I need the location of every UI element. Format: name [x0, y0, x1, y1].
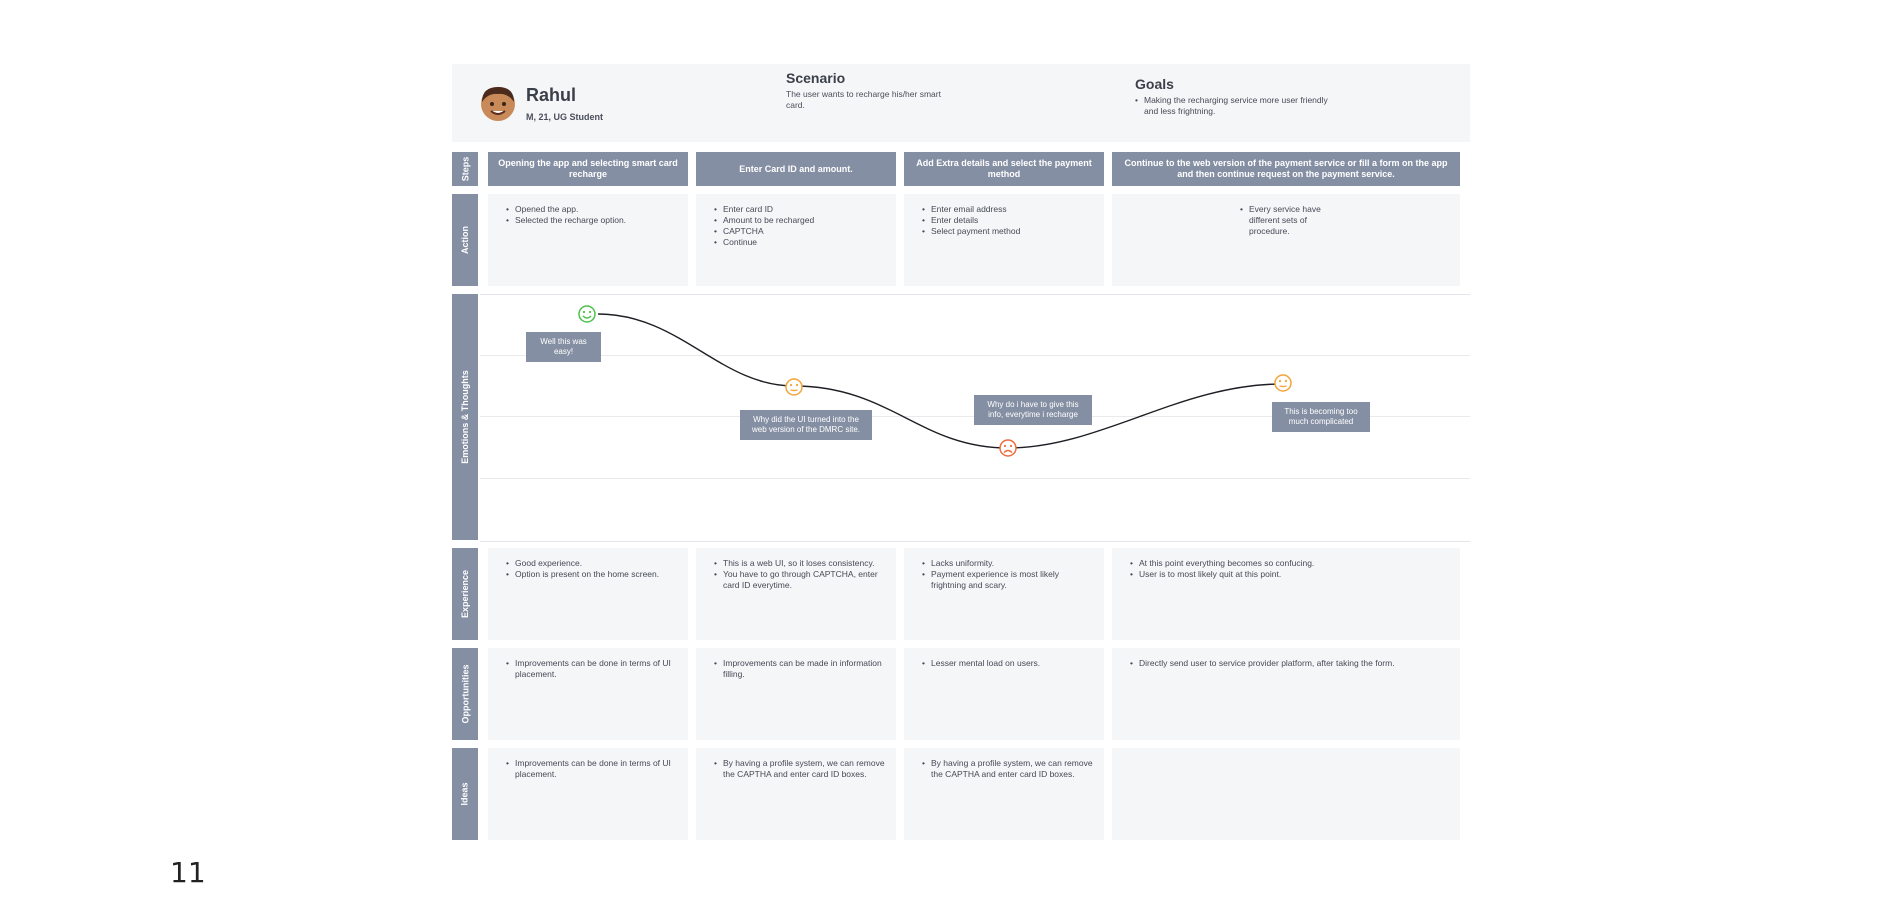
experience-cell: Lacks uniformity. Payment experience is …	[904, 548, 1104, 640]
opportunity-cell: Directly send user to service provider p…	[1112, 648, 1460, 740]
experience-item: At this point everything becomes so conf…	[1130, 558, 1450, 569]
idea-item: By having a profile system, we can remov…	[922, 758, 1094, 780]
experience-item: Good experience.	[506, 558, 678, 569]
opportunity-cell: Lesser mental load on users.	[904, 648, 1104, 740]
idea-item: Improvements can be done in terms of UI …	[506, 758, 678, 780]
opportunity-item: Improvements can be made in information …	[714, 658, 886, 680]
emotion-curve	[597, 313, 1283, 449]
opportunity-cell: Improvements can be done in terms of UI …	[488, 648, 688, 740]
row-label-experience: Experience	[452, 548, 478, 640]
thought-bubble: Well this was easy!	[526, 332, 601, 362]
experience-cell: Good experience. Option is present on th…	[488, 548, 688, 640]
thought-bubble: Why did the UI turned into the web versi…	[740, 410, 872, 440]
opportunity-cell: Improvements can be made in information …	[696, 648, 896, 740]
neutral-face-icon	[1274, 374, 1292, 392]
idea-cell: By having a profile system, we can remov…	[696, 748, 896, 840]
experience-item: Lacks uniformity.	[922, 558, 1094, 569]
thought-bubble: Why do i have to give this info, everyti…	[974, 395, 1092, 425]
experience-cell: At this point everything becomes so conf…	[1112, 548, 1460, 640]
experience-item: This is a web UI, so it loses consistenc…	[714, 558, 886, 569]
experience-item: User is to most likely quit at this poin…	[1130, 569, 1450, 580]
thought-bubble: This is becoming too much complicated	[1272, 402, 1370, 432]
sad-face-icon	[999, 439, 1017, 457]
idea-cell: By having a profile system, we can remov…	[904, 748, 1104, 840]
experience-item: Option is present on the home screen.	[506, 569, 678, 580]
opportunity-item: Directly send user to service provider p…	[1130, 658, 1450, 669]
page-number: 11	[170, 856, 206, 889]
row-label-opportunities: Opportunities	[452, 648, 478, 740]
opportunity-item: Lesser mental load on users.	[922, 658, 1094, 669]
neutral-face-icon	[785, 378, 803, 396]
row-label-ideas: Ideas	[452, 748, 478, 840]
experience-item: You have to go through CAPTCHA, enter ca…	[714, 569, 886, 591]
idea-item: By having a profile system, we can remov…	[714, 758, 886, 780]
experience-cell: This is a web UI, so it loses consistenc…	[696, 548, 896, 640]
opportunity-item: Improvements can be done in terms of UI …	[506, 658, 678, 680]
experience-item: Payment experience is most likely fright…	[922, 569, 1094, 591]
idea-cell: Improvements can be done in terms of UI …	[488, 748, 688, 840]
happy-face-icon	[578, 305, 596, 323]
idea-cell	[1112, 748, 1460, 840]
